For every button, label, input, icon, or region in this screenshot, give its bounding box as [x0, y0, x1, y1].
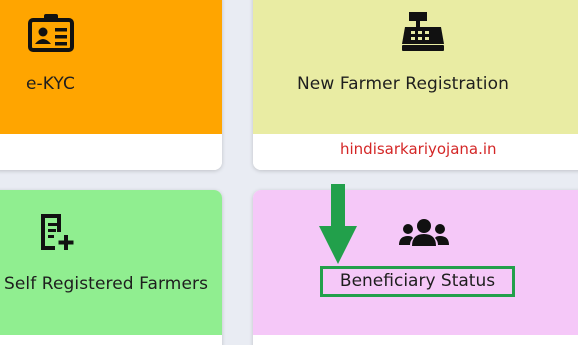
- users-icon: [399, 218, 449, 252]
- down-arrow-icon: [319, 184, 357, 268]
- ekyc-card[interactable]: e-KYC →: [0, 0, 222, 170]
- dashboard-grid: e-KYC → New Farm: [0, 0, 578, 345]
- cash-register-icon: [401, 12, 445, 56]
- ekyc-card-footer: →: [0, 134, 222, 170]
- self-registered-farmers-card[interactable]: Self Registered Farmers: [0, 190, 222, 345]
- new-farmer-label: New Farmer Registration: [296, 74, 510, 94]
- self-registered-card-body[interactable]: Self Registered Farmers: [0, 190, 222, 335]
- beneficiary-status-card[interactable]: Beneficiary Status: [253, 190, 578, 345]
- beneficiary-label: Beneficiary Status: [339, 271, 496, 291]
- beneficiary-card-body[interactable]: Beneficiary Status: [253, 190, 578, 335]
- new-farmer-card-body[interactable]: New Farmer Registration: [253, 0, 578, 134]
- self-registered-label: Self Registered Farmers: [3, 274, 209, 294]
- id-card-icon: [28, 14, 74, 56]
- self-registered-card-footer: [0, 335, 222, 345]
- beneficiary-status-highlight[interactable]: Beneficiary Status: [320, 266, 515, 297]
- watermark-text: hindisarkariyojana.in: [340, 140, 497, 158]
- document-add-icon: [35, 212, 75, 256]
- ekyc-card-body[interactable]: e-KYC: [0, 0, 222, 134]
- beneficiary-card-footer: [253, 335, 578, 345]
- ekyc-label: e-KYC: [26, 74, 75, 94]
